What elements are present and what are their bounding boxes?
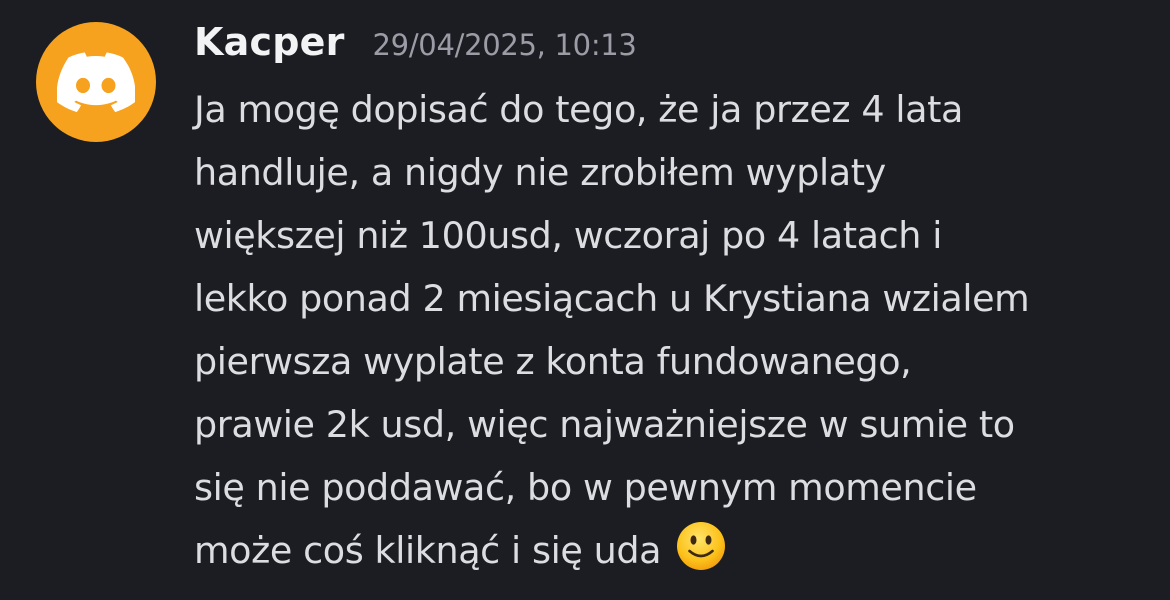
message-timestamp: 29/04/2025, 10:13 <box>372 28 637 62</box>
author-name[interactable]: Kacper <box>194 20 345 64</box>
message-content: Ja mogę dopisać do tego, że ja przez 4 l… <box>194 78 1154 590</box>
chat-message: Kacper 29/04/2025, 10:13 Ja mogę dopisać… <box>0 0 1170 600</box>
message-header: Kacper 29/04/2025, 10:13 <box>194 20 637 70</box>
message-line: prawie 2k usd, więc najważniejsze w sumi… <box>194 403 1015 446</box>
message-last-line-wrapper: może coś kliknąć i się uda <box>194 519 1154 590</box>
discord-logo-icon <box>57 52 135 112</box>
slightly-smiling-face-icon[interactable] <box>676 521 726 590</box>
avatar[interactable] <box>36 22 156 142</box>
message-line: może coś kliknąć i się uda <box>194 529 662 572</box>
message-line: handluje, a nigdy nie zrobiłem wyplaty <box>194 151 886 194</box>
message-line: pierwsza wyplate z konta fundowanego, <box>194 340 912 383</box>
message-line: lekko ponad 2 miesiącach u Krystiana wzi… <box>194 277 1030 320</box>
message-line: się nie poddawać, bo w pewnym momencie <box>194 466 977 509</box>
message-line: większej niż 100usd, wczoraj po 4 latach… <box>194 214 942 257</box>
message-line: Ja mogę dopisać do tego, że ja przez 4 l… <box>194 88 963 131</box>
